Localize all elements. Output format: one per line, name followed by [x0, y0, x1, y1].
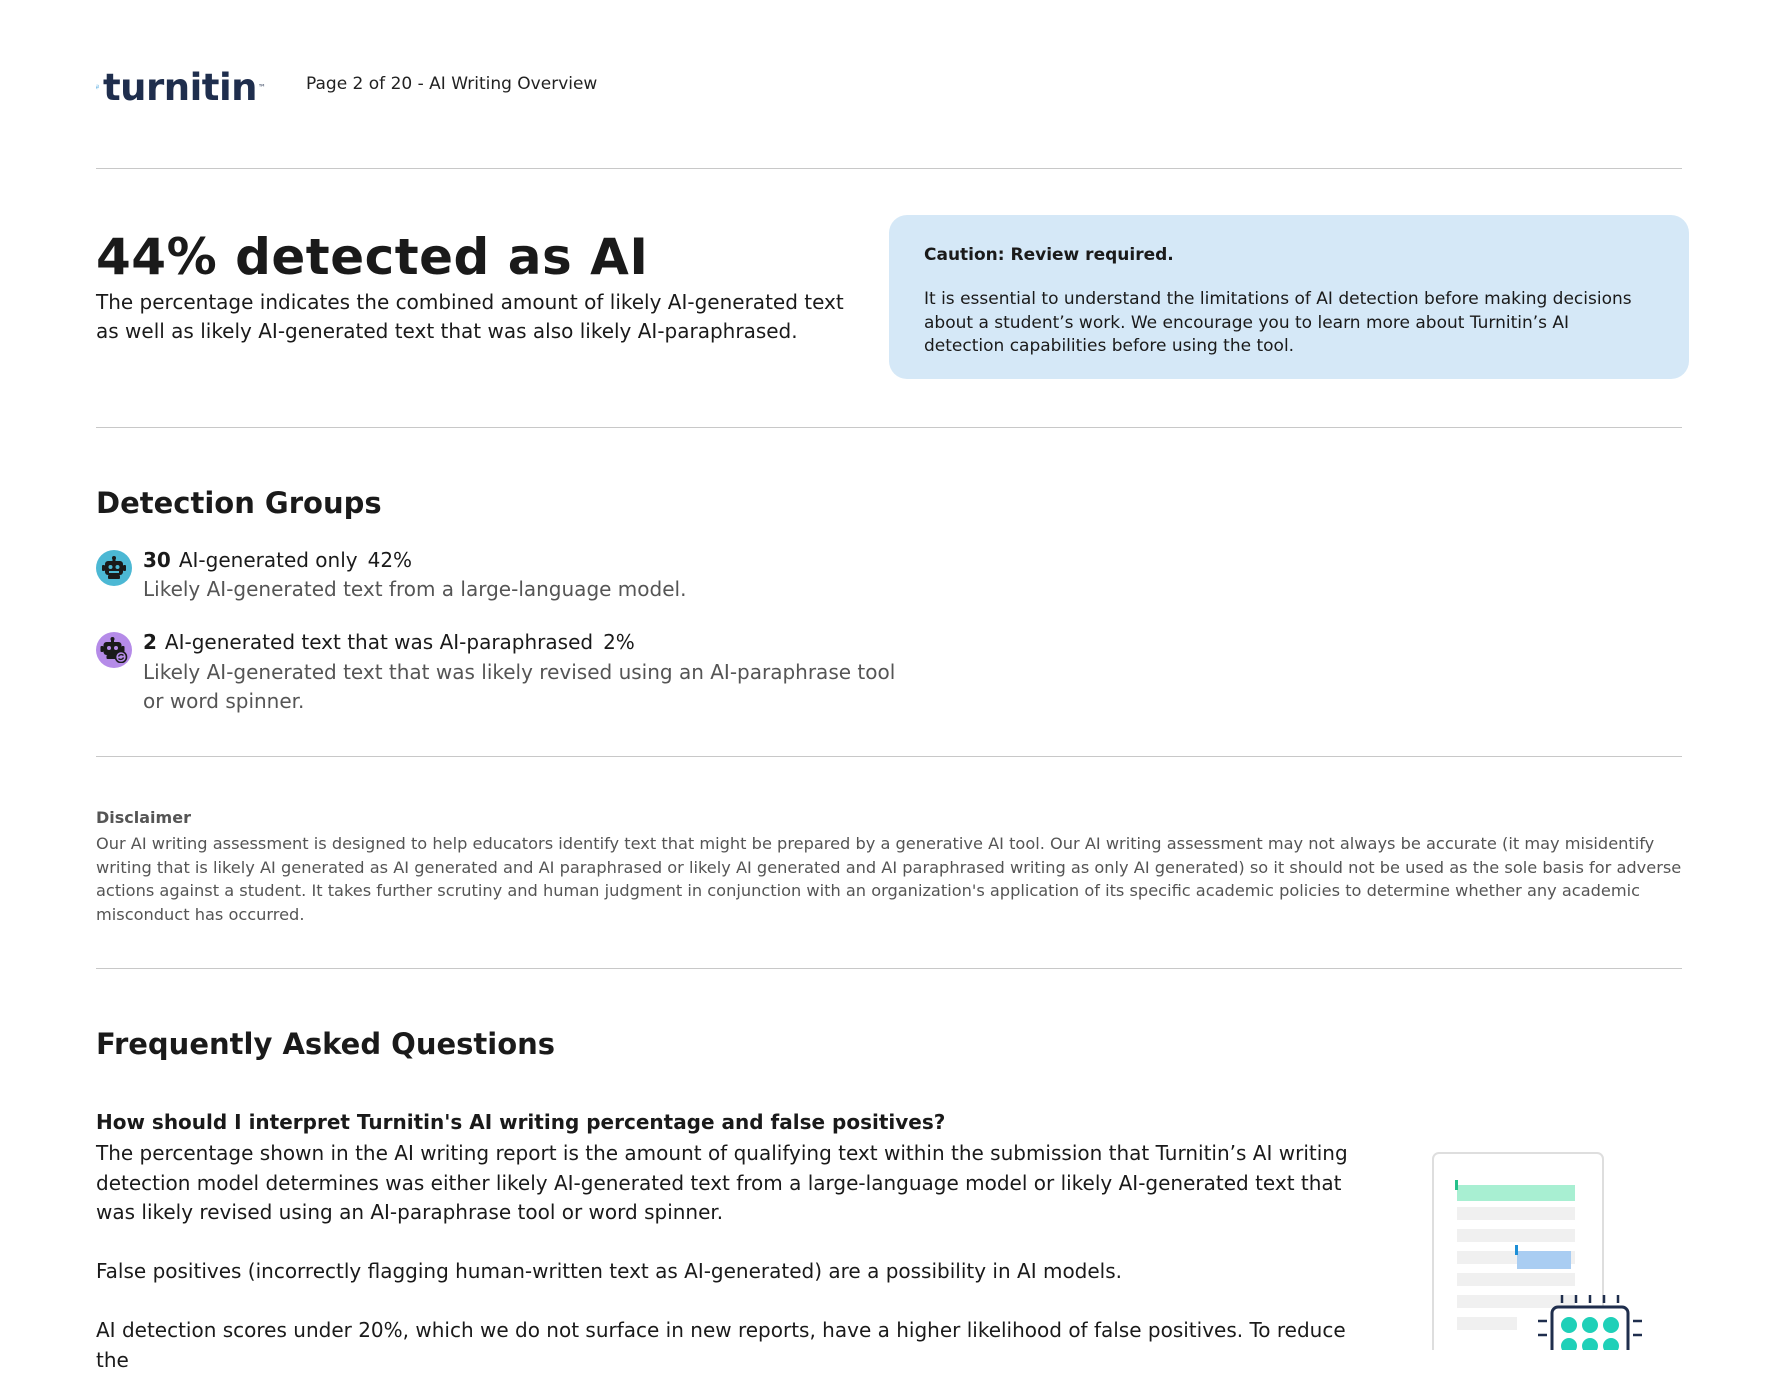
group-percent: 42%: [367, 548, 413, 572]
divider: [96, 968, 1682, 969]
document-scan-illustration: [1420, 1145, 1650, 1374]
robot-paraphrase-icon: [96, 632, 132, 668]
faq-title: Frequently Asked Questions: [96, 1027, 556, 1061]
robot-icon: [96, 550, 132, 586]
divider: [96, 756, 1682, 757]
caution-body: It is essential to understand the limita…: [924, 289, 1632, 356]
caution-title: Caution: Review required.: [924, 245, 1174, 265]
group-count: 2: [143, 630, 157, 654]
page-indicator: Page 2 of 20 - AI Writing Overview: [306, 74, 598, 94]
faq-question: How should I interpret Turnitin's AI wri…: [96, 1110, 946, 1134]
divider: [96, 168, 1682, 169]
turnitin-logo: turnitin ™: [96, 60, 266, 114]
divider: [96, 427, 1682, 428]
group-label: AI-generated text that was AI-paraphrase…: [164, 630, 594, 654]
detection-groups-title: Detection Groups: [96, 486, 382, 520]
faq-paragraph: AI detection scores under 20%, which we …: [96, 1318, 1346, 1372]
group-ai-paraphrased-summary: 2 AI-generated text that was AI-paraphras…: [143, 630, 635, 654]
group-ai-generated-summary: 30 AI-generated only 42%: [143, 548, 412, 572]
group-description: Likely AI-generated text that was likely…: [143, 660, 896, 713]
faq-paragraph: The percentage shown in the AI writing r…: [96, 1141, 1348, 1224]
disclaimer-title: Disclaimer: [96, 808, 191, 827]
group-description: Likely AI-generated text from a large-la…: [143, 577, 687, 601]
ai-percentage-description: The percentage indicates the combined am…: [96, 290, 844, 343]
caution-box: Caution: Review required. It is essentia…: [889, 215, 1689, 379]
faq-paragraph: False positives (incorrectly flagging hu…: [96, 1259, 1123, 1283]
turnitin-logo-icon: [96, 84, 99, 90]
group-percent: 2%: [603, 630, 635, 654]
disclaimer-body: Our AI writing assessment is designed to…: [96, 834, 1682, 924]
logo-wordmark: turnitin: [102, 65, 258, 109]
group-label: AI-generated only: [178, 548, 358, 572]
group-count: 30: [143, 548, 171, 572]
ai-percentage-heading: 44% detected as AI: [96, 228, 649, 286]
